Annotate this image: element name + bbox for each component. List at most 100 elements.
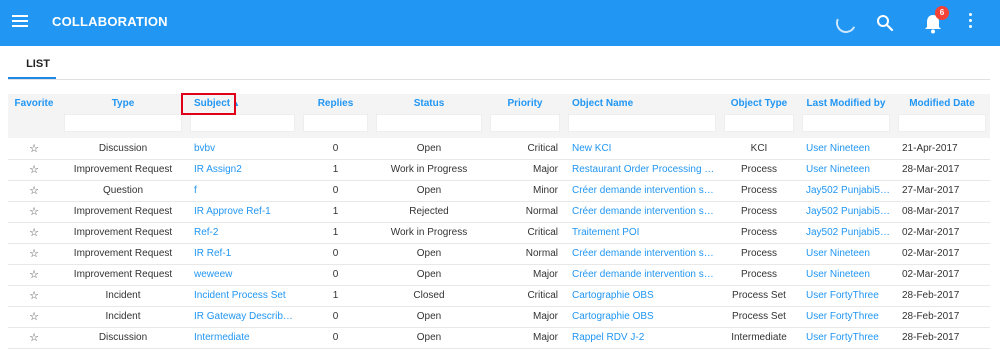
table-row[interactable]: ☆ Question f 0 Open Minor Créer demande … bbox=[8, 180, 990, 201]
table-row[interactable]: ☆ Discussion bvbv 0 Open Critical New KC… bbox=[8, 138, 990, 159]
favorite-star-icon[interactable]: ☆ bbox=[8, 180, 60, 201]
table-row[interactable]: ☆ Improvement Request IR Ref-1 0 Open No… bbox=[8, 243, 990, 264]
cell-object-name-link[interactable]: Cartographie OBS bbox=[564, 285, 720, 306]
search-icon[interactable] bbox=[874, 12, 896, 34]
tab-list[interactable]: LIST bbox=[12, 57, 64, 79]
favorite-star-icon[interactable]: ☆ bbox=[8, 201, 60, 222]
cell-subject-link[interactable]: f bbox=[186, 180, 299, 201]
cell-object-type: Process bbox=[740, 206, 778, 217]
column-header-modified-date[interactable]: Modified Date bbox=[894, 94, 990, 112]
cell-subject-link[interactable]: Ref-2 bbox=[186, 222, 299, 243]
star-outline-icon[interactable]: ☆ bbox=[29, 311, 39, 323]
column-header-object-name[interactable]: Object Name bbox=[564, 94, 720, 112]
cell-last-modified-by-link[interactable]: Jay502 Punjabi502 bbox=[798, 201, 894, 222]
star-outline-icon[interactable]: ☆ bbox=[29, 269, 39, 281]
filter-input-object-name[interactable] bbox=[568, 114, 716, 132]
cell-last-modified-by-link[interactable]: User Nineteen bbox=[798, 138, 894, 159]
cell-object-name-link[interactable]: Créer demande intervention se... bbox=[564, 264, 720, 285]
column-header-status[interactable]: Status bbox=[372, 94, 486, 112]
filter-cell-favorite bbox=[8, 112, 60, 138]
cell-replies: 0 bbox=[332, 332, 339, 343]
cell-last-modified-by-link[interactable]: Jay502 Punjabi502 bbox=[798, 222, 894, 243]
cell-last-modified-by-link[interactable]: User FortyThree bbox=[798, 285, 894, 306]
cell-priority: Normal bbox=[525, 248, 558, 259]
favorite-star-icon[interactable]: ☆ bbox=[8, 159, 60, 180]
cell-object-name-link[interactable]: Créer demande intervention se... bbox=[564, 243, 720, 264]
star-outline-icon[interactable]: ☆ bbox=[29, 290, 39, 302]
cell-last-modified-by-link[interactable]: User FortyThree bbox=[798, 327, 894, 348]
cell-modified-date: 28-Feb-2017 bbox=[902, 290, 960, 301]
cell-type: Improvement Request bbox=[73, 206, 173, 217]
filter-input-object-type[interactable] bbox=[724, 114, 794, 132]
favorite-star-icon[interactable]: ☆ bbox=[8, 285, 60, 306]
table-row[interactable]: ☆ Incident IR Gateway Describe-1 0 Open … bbox=[8, 306, 990, 327]
star-outline-icon[interactable]: ☆ bbox=[29, 185, 39, 197]
cell-object-name-link[interactable]: Créer demande intervention se... bbox=[564, 201, 720, 222]
cell-object-name-link[interactable]: Cartographie OBS bbox=[564, 306, 720, 327]
filter-input-replies[interactable] bbox=[303, 114, 368, 132]
column-header-replies[interactable]: Replies bbox=[299, 94, 372, 112]
filter-input-modified-date[interactable] bbox=[898, 114, 986, 132]
cell-object-name-link[interactable]: Créer demande intervention se... bbox=[564, 180, 720, 201]
favorite-star-icon[interactable]: ☆ bbox=[8, 327, 60, 348]
table-row[interactable]: ☆ Improvement Request weweew 0 Open Majo… bbox=[8, 264, 990, 285]
cell-subject-link[interactable]: bvbv bbox=[186, 138, 299, 159]
filter-input-last-modified-by[interactable] bbox=[802, 114, 890, 132]
table-row[interactable]: ☆ Improvement Request IR Approve Ref-1 1… bbox=[8, 201, 990, 222]
cell-subject-link[interactable]: IR Approve Ref-1 bbox=[186, 201, 299, 222]
favorite-star-icon[interactable]: ☆ bbox=[8, 243, 60, 264]
cell-last-modified-by-link[interactable]: User Nineteen bbox=[798, 264, 894, 285]
cell-last-modified-by-link[interactable]: User FortyThree bbox=[798, 306, 894, 327]
cell-last-modified-by-link[interactable]: User Nineteen bbox=[798, 159, 894, 180]
cell-modified-date: 02-Mar-2017 bbox=[902, 227, 960, 238]
table-row[interactable]: ☆ Improvement Request IR Assign2 1 Work … bbox=[8, 159, 990, 180]
more-vert-icon[interactable] bbox=[965, 13, 975, 33]
app-bar: COLLABORATION 6 bbox=[0, 0, 1000, 46]
cell-subject-link[interactable]: Intermediate bbox=[186, 327, 299, 348]
column-header-last-modified-by[interactable]: Last Modified by bbox=[798, 94, 894, 112]
cell-status: Open bbox=[416, 311, 442, 322]
star-outline-icon[interactable]: ☆ bbox=[29, 164, 39, 176]
cell-replies: 1 bbox=[332, 206, 339, 217]
favorite-star-icon[interactable]: ☆ bbox=[8, 306, 60, 327]
column-header-type[interactable]: Type bbox=[60, 94, 186, 112]
star-outline-icon[interactable]: ☆ bbox=[29, 248, 39, 260]
cell-last-modified-by-link[interactable]: User Nineteen bbox=[798, 243, 894, 264]
favorite-star-icon[interactable]: ☆ bbox=[8, 264, 60, 285]
cell-object-name-link[interactable]: New KCI bbox=[564, 138, 720, 159]
cell-replies: 0 bbox=[332, 311, 339, 322]
notification-badge: 6 bbox=[935, 6, 949, 20]
cell-subject-link[interactable]: IR Gateway Describe-1 bbox=[186, 306, 299, 327]
cell-object-type: KCI bbox=[750, 142, 768, 154]
cell-last-modified-by-link[interactable]: Jay502 Punjabi502 bbox=[798, 180, 894, 201]
filter-input-type[interactable] bbox=[64, 114, 182, 132]
cell-object-name-link[interactable]: Restaurant Order Processing 4... bbox=[564, 159, 720, 180]
column-header-favorite[interactable]: Favorite bbox=[8, 94, 60, 112]
cell-subject-link[interactable]: IR Ref-1 bbox=[186, 243, 299, 264]
table-row[interactable]: ☆ Incident Incident Process Set 1 Closed… bbox=[8, 285, 990, 306]
cell-object-name-link[interactable]: Traitement POI bbox=[564, 222, 720, 243]
filter-cell-object-name bbox=[564, 112, 720, 138]
filter-input-subject[interactable] bbox=[190, 114, 295, 132]
filter-input-priority[interactable] bbox=[490, 114, 560, 132]
cell-subject-link[interactable]: IR Assign2 bbox=[186, 159, 299, 180]
cell-priority: Normal bbox=[525, 206, 558, 217]
star-outline-icon[interactable]: ☆ bbox=[29, 143, 39, 155]
favorite-star-icon[interactable]: ☆ bbox=[8, 222, 60, 243]
column-header-priority[interactable]: Priority bbox=[486, 94, 564, 112]
subject-column-highlight-box bbox=[181, 93, 236, 115]
cell-object-name-link[interactable]: Rappel RDV J-2 bbox=[564, 327, 720, 348]
star-outline-icon[interactable]: ☆ bbox=[29, 206, 39, 218]
column-header-object-type[interactable]: Object Type bbox=[720, 94, 798, 112]
cell-subject-link[interactable]: Incident Process Set bbox=[186, 285, 299, 306]
star-outline-icon[interactable]: ☆ bbox=[29, 227, 39, 239]
star-outline-icon[interactable]: ☆ bbox=[29, 332, 39, 344]
filter-input-status[interactable] bbox=[376, 114, 482, 132]
menu-icon[interactable] bbox=[12, 15, 28, 29]
cell-status: Work in Progress bbox=[390, 164, 468, 175]
table-row[interactable]: ☆ Improvement Request Ref-2 1 Work in Pr… bbox=[8, 222, 990, 243]
favorite-star-icon[interactable]: ☆ bbox=[8, 138, 60, 159]
table-row[interactable]: ☆ Discussion Intermediate 0 Open Major R… bbox=[8, 327, 990, 348]
cell-subject-link[interactable]: weweew bbox=[186, 264, 299, 285]
filter-cell-replies bbox=[299, 112, 372, 138]
